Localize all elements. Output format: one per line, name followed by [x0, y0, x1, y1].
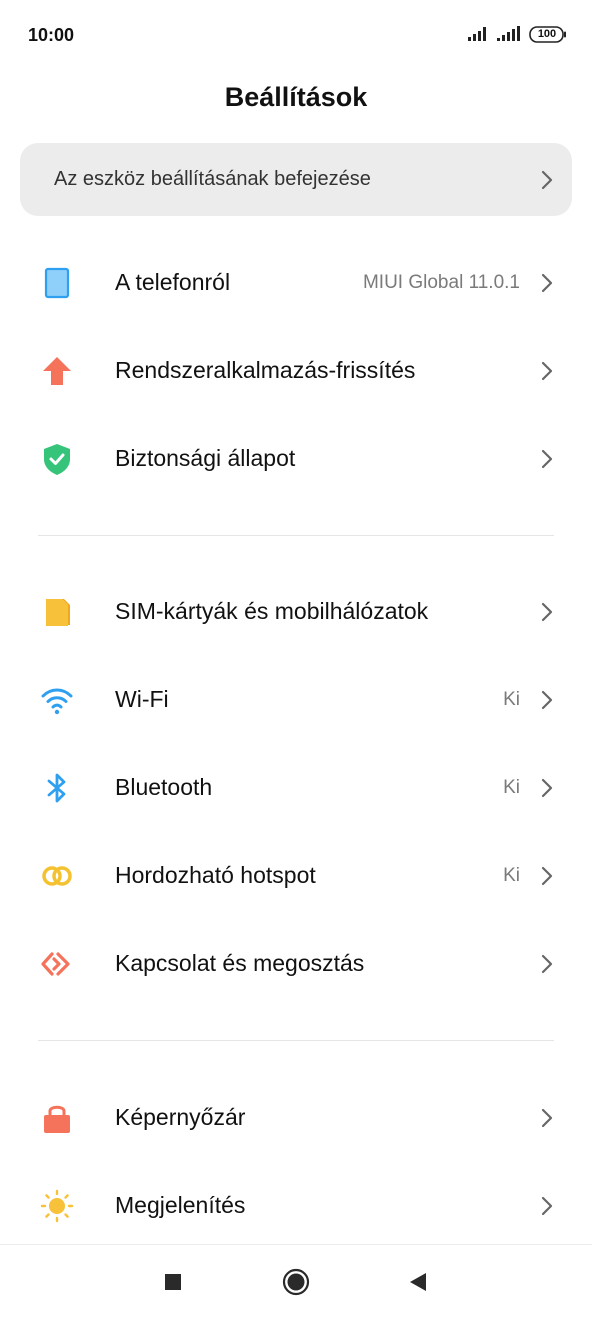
phone-icon [44, 267, 70, 299]
chevron-right-icon [541, 1108, 553, 1128]
signal-icon [468, 27, 486, 41]
settings-item-connection-sharing[interactable]: Kapcsolat és megosztás [0, 921, 592, 1009]
settings-item-hotspot[interactable]: Hordozható hotspot Ki [0, 833, 592, 921]
chevron-right-icon [541, 361, 553, 381]
finish-setup-label: Az eszköz beállításának befejezése [54, 168, 371, 190]
wifi-icon [41, 688, 73, 715]
home-button[interactable] [279, 1265, 313, 1299]
recents-button[interactable] [156, 1265, 190, 1299]
settings-item-label: SIM-kártyák és mobilhálózatok [115, 598, 429, 624]
chevron-right-icon [541, 778, 553, 798]
settings-item-value: Ki [503, 777, 520, 798]
section-divider [38, 535, 554, 536]
chevron-right-icon [541, 1196, 553, 1216]
chevron-right-icon [541, 273, 553, 293]
sim-card-icon [46, 599, 70, 626]
chevron-right-icon [541, 690, 553, 710]
settings-item-label: Bluetooth [115, 774, 213, 800]
connection-share-icon [41, 952, 70, 976]
chevron-right-icon [541, 954, 553, 974]
settings-item-label: Hordozható hotspot [115, 862, 316, 888]
shield-check-icon [44, 444, 70, 475]
sun-icon [40, 1189, 74, 1223]
settings-item-lock-screen[interactable]: Képernyőzár [0, 1075, 592, 1163]
back-button[interactable] [401, 1265, 435, 1299]
lock-icon [44, 1105, 70, 1133]
settings-item-wifi[interactable]: Wi-Fi Ki [0, 657, 592, 745]
settings-item-about-phone[interactable]: A telefonról MIUI Global 11.0.1 [0, 240, 592, 328]
settings-item-value: MIUI Global 11.0.1 [362, 272, 520, 293]
arrow-up-icon [43, 357, 71, 385]
chevron-right-icon [541, 866, 553, 886]
status-time: 10:00 [28, 25, 75, 45]
settings-item-sim-networks[interactable]: SIM-kártyák és mobilhálózatok [0, 569, 592, 657]
settings-item-label: Wi-Fi [115, 686, 169, 712]
bluetooth-icon [47, 773, 66, 803]
settings-item-label: A telefonról [115, 269, 231, 295]
settings-item-label: Kapcsolat és megosztás [115, 950, 365, 976]
page-title: Beállítások [224, 82, 368, 112]
finish-setup-card[interactable]: Az eszköz beállításának befejezése [20, 143, 572, 216]
status-bar: 10:00 100 [0, 0, 592, 70]
chevron-right-icon [541, 170, 553, 190]
navigation-bar [0, 1244, 592, 1317]
signal-icon [497, 26, 520, 41]
chevron-right-icon [541, 449, 553, 469]
hotspot-icon [42, 866, 72, 886]
battery-indicator: 100 [529, 26, 567, 43]
settings-item-label: Biztonsági állapot [115, 445, 296, 471]
settings-item-value: Ki [503, 689, 520, 710]
chevron-right-icon [541, 602, 553, 622]
battery-level: 100 [537, 28, 557, 40]
settings-item-label: Rendszeralkalmazás-frissítés [115, 357, 416, 383]
settings-item-system-app-update[interactable]: Rendszeralkalmazás-frissítés [0, 328, 592, 416]
settings-item-display[interactable]: Megjelenítés [0, 1163, 592, 1251]
settings-item-security-status[interactable]: Biztonsági állapot [0, 416, 592, 504]
settings-item-label: Képernyőzár [115, 1104, 246, 1130]
settings-item-value: Ki [503, 865, 520, 886]
section-divider [38, 1040, 554, 1041]
settings-item-label: Megjelenítés [115, 1192, 246, 1218]
settings-item-bluetooth[interactable]: Bluetooth Ki [0, 745, 592, 833]
